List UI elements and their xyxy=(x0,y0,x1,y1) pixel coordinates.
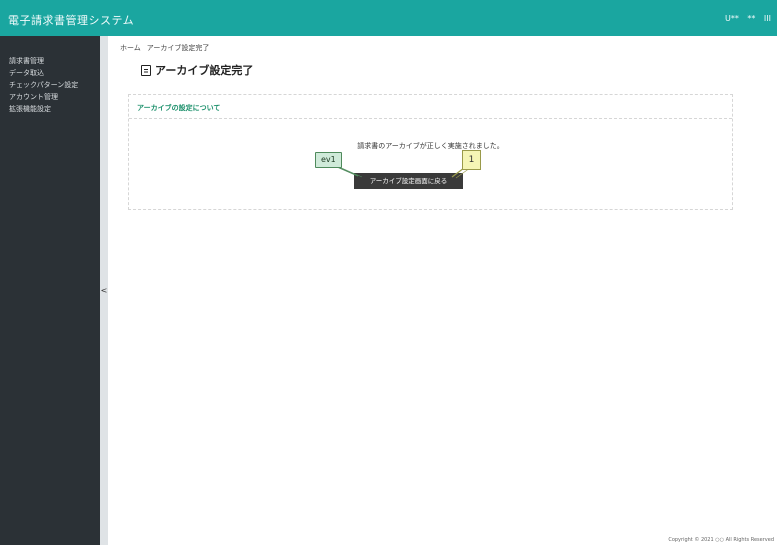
sidebar-collapse-strip: < xyxy=(100,36,108,545)
menu-icon[interactable]: III xyxy=(764,14,771,23)
breadcrumb-home[interactable]: ホーム xyxy=(120,44,141,52)
user-suffix[interactable]: ** xyxy=(747,14,755,23)
main-content: ホーム アーカイブ設定完了 アーカイブ設定完了 アーカイブの設定について 請求書の… xyxy=(108,36,777,545)
document-icon xyxy=(141,64,151,76)
user-name[interactable]: U** xyxy=(725,14,739,23)
back-to-archive-settings-button[interactable]: アーカイブ設定画面に戻る xyxy=(354,173,463,189)
footer-copyright: Copyright © 2021 ○○ All Rights Reserved xyxy=(668,537,774,543)
sidebar-nav: 請求書管理 データ取込 チェックパターン設定 アカウント管理 拡張機能設定 xyxy=(0,55,100,115)
breadcrumb: ホーム アーカイブ設定完了 xyxy=(120,43,209,53)
sidebar-item-account-management[interactable]: アカウント管理 xyxy=(0,91,100,103)
breadcrumb-current: アーカイブ設定完了 xyxy=(146,44,210,52)
sidebar-item-extension-settings[interactable]: 拡張機能設定 xyxy=(0,103,100,115)
panel-header-title: アーカイブの設定について xyxy=(137,104,221,112)
sidebar: 請求書管理 データ取込 チェックパターン設定 アカウント管理 拡張機能設定 xyxy=(0,36,100,545)
app-title: 電子請求書管理システム xyxy=(8,14,135,27)
panel-header: アーカイブの設定について xyxy=(129,95,732,119)
page-title-text: アーカイブ設定完了 xyxy=(155,64,254,77)
chevron-left-icon[interactable]: < xyxy=(100,284,108,298)
user-area[interactable]: U** ** III xyxy=(719,14,771,23)
annotation-number: 1 xyxy=(462,150,481,170)
top-header-bar: 電子請求書管理システム U** ** III xyxy=(0,0,777,36)
sidebar-item-invoice-management[interactable]: 請求書管理 xyxy=(0,55,100,67)
annotation-ev1: ev1 xyxy=(315,152,342,168)
sidebar-item-data-import[interactable]: データ取込 xyxy=(0,67,100,79)
page-title: アーカイブ設定完了 xyxy=(141,62,253,78)
sidebar-item-check-pattern-settings[interactable]: チェックパターン設定 xyxy=(0,79,100,91)
success-message: 請求書のアーカイブが正しく実施されました。 xyxy=(357,142,504,150)
archive-settings-panel: アーカイブの設定について 請求書のアーカイブが正しく実施されました。 xyxy=(128,94,733,210)
